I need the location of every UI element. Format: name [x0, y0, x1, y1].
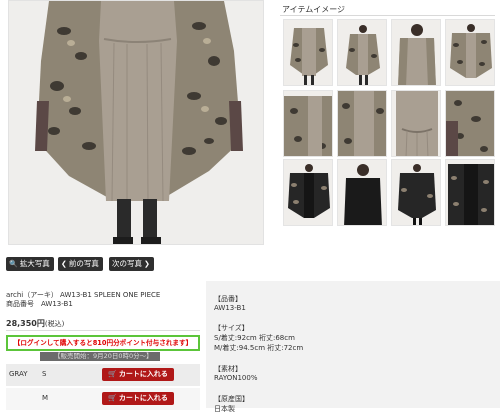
stock-color: GRAY [9, 370, 28, 378]
product-details-panel: 【品番】 AW13-B1 【サイズ】 S/着丈:92cm 裄丈:68cm M/着… [206, 281, 500, 413]
thumbnail-detail-4[interactable] [445, 90, 495, 157]
gallery-divider [280, 15, 495, 16]
product-number: 商品番号 AW13-B1 [6, 300, 73, 308]
origin-value: 日本製 [214, 405, 235, 413]
thumbnail-black-front[interactable] [283, 159, 333, 226]
code-label: 【品番】 [214, 295, 242, 303]
price-value: 28,350円 [6, 319, 45, 328]
thumbnail-black-closeup[interactable] [337, 159, 387, 226]
thumbnail-detail-2[interactable] [337, 90, 387, 157]
previous-photo-button[interactable]: ❮ 前の写真 [58, 257, 103, 271]
thumbnail-detail-1[interactable] [283, 90, 333, 157]
size-m-value: M/着丈:94.5cm 裄丈:72cm [214, 344, 304, 352]
material-label: 【素材】 [214, 365, 242, 373]
add-to-cart-label: カートに入れる [118, 394, 168, 402]
zoom-photo-label: 拡大写真 [19, 259, 50, 268]
cart-icon: 🛒 [108, 370, 117, 378]
add-to-cart-button[interactable]: 🛒 カートに入れる [102, 368, 174, 381]
thumbnail-side[interactable] [337, 19, 387, 86]
thumbnail-closeup[interactable] [391, 19, 441, 86]
main-product-photo[interactable] [8, 0, 264, 245]
thumbnail-back[interactable] [445, 19, 495, 86]
cart-icon: 🛒 [108, 394, 117, 402]
code-value: AW13-B1 [214, 304, 246, 312]
add-to-cart-button[interactable]: 🛒 カートに入れる [102, 392, 174, 405]
price: 28,350円(税込) [6, 318, 64, 329]
magnifier-icon: 🔍 [9, 260, 18, 268]
stock-size: S [42, 370, 47, 378]
thumbnail-black-side[interactable] [391, 159, 441, 226]
stock-size: M [42, 394, 49, 402]
size-label: 【サイズ】 [214, 324, 249, 332]
add-to-cart-label: カートに入れる [118, 370, 168, 378]
stock-row: GRAY S 🛒 カートに入れる [6, 364, 200, 386]
size-s-value: S/着丈:92cm 裄丈:68cm [214, 334, 295, 342]
thumbnail-black-back[interactable] [445, 159, 495, 226]
chevron-left-icon: ❮ [61, 260, 67, 268]
next-photo-button[interactable]: 次の写真 ❯ [109, 257, 154, 271]
stock-row: M 🛒 カートに入れる [6, 388, 200, 410]
material-value: RAYON100% [214, 374, 258, 382]
previous-photo-label: 前の写真 [68, 259, 99, 268]
tax-note: (税込) [44, 320, 65, 328]
thumbnail-front[interactable] [283, 19, 333, 86]
points-message-box: 【ログインして購入すると810円分ポイント付与されます】 [6, 335, 200, 351]
next-photo-label: 次の写真 [112, 259, 142, 268]
zoom-photo-button[interactable]: 🔍 拡大写真 [6, 257, 54, 271]
gallery-title: アイテムイメージ [282, 5, 346, 14]
sale-start-note: 【販売開始：9月20日0時0分〜】 [40, 352, 160, 361]
chevron-right-icon: ❯ [144, 260, 150, 268]
thumbnail-detail-3[interactable] [391, 90, 441, 157]
origin-label: 【原産国】 [214, 395, 249, 403]
price-divider [6, 330, 200, 331]
